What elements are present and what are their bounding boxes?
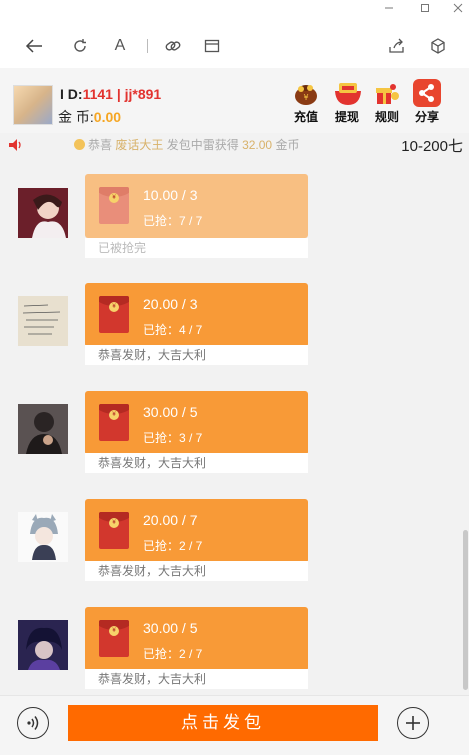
envelope-grabbed: 已抢：4 / 7 (143, 323, 203, 337)
font-size-icon[interactable]: A (108, 34, 132, 58)
notice-suffix: 金币 (275, 138, 300, 152)
refresh-icon[interactable] (68, 34, 92, 58)
envelope-footer: 恭喜发财，大吉大利 (85, 345, 308, 365)
red-envelope-icon: ¥ (99, 187, 129, 224)
red-envelope-bowl-icon (333, 79, 361, 107)
recharge-label: 充值 (293, 110, 318, 124)
red-envelope-icon: ¥ (99, 512, 129, 549)
share-label: 分享 (414, 110, 439, 124)
user-id-label: I D: (60, 86, 83, 102)
notice-winner-name: 废话大王 (115, 138, 164, 152)
envelope-grabbed: 已抢：2 / 7 (143, 539, 203, 553)
envelope-footer: 恭喜发财，大吉大利 (85, 669, 308, 689)
coin-value: 0.00 (93, 109, 122, 125)
message-list[interactable]: ¥ 10.00 / 3 已抢：7 / 7 已被抢完 ¥ 20.00 / 3 已抢… (0, 160, 469, 695)
red-envelope-card[interactable]: ¥ 10.00 / 3 已抢：7 / 7 (85, 174, 308, 238)
red-envelope-icon: ¥ (99, 296, 129, 333)
notice-bar: 恭喜 废话大王 发包中雷获得 32.00 金币 10-200七 (0, 133, 469, 157)
envelope-amount: 20.00 / 3 (143, 296, 198, 312)
envelope-amount: 30.00 / 5 (143, 620, 198, 636)
envelope-grabbed: 已抢：7 / 7 (143, 214, 203, 228)
notice-message: 恭喜 废话大王 发包中雷获得 32.00 金币 (74, 136, 299, 153)
notice-prefix: 恭喜 (88, 138, 113, 152)
voice-icon[interactable] (17, 707, 49, 739)
envelope-footer: 已被抢完 (85, 238, 308, 258)
envelope-amount: 20.00 / 7 (143, 512, 198, 528)
envelope-grabbed: 已抢：2 / 7 (143, 647, 203, 661)
red-envelope-card[interactable]: ¥ 30.00 / 5 已抢：2 / 7 (85, 607, 308, 671)
font-size-label: A (114, 37, 126, 54)
minimize-icon[interactable] (381, 2, 397, 18)
gift-icon (373, 79, 401, 107)
avatar[interactable] (13, 85, 53, 125)
user-header: I D:1141 | jj*891 金 币:0.00 ¥ 充值 提现 规则 分享 (0, 68, 469, 133)
red-envelope-icon: ¥ (99, 620, 129, 657)
recharge-button[interactable]: ¥ 充值 (289, 79, 323, 125)
list-item: ¥ 30.00 / 5 已抢：2 / 7 恭喜发财，大吉大利 (0, 607, 469, 695)
red-envelope-icon: ¥ (99, 404, 129, 441)
avatar[interactable] (18, 512, 68, 562)
speaker-icon[interactable] (8, 138, 24, 157)
rules-label: 规则 (374, 110, 399, 124)
envelope-grabbed: 已抢：3 / 7 (143, 431, 203, 445)
close-icon[interactable] (450, 2, 466, 18)
list-item: ¥ 20.00 / 3 已抢：4 / 7 恭喜发财，大吉大利 (0, 283, 469, 404)
cube-icon[interactable] (426, 34, 450, 58)
list-item: ¥ 10.00 / 3 已抢：7 / 7 已被抢完 (0, 174, 469, 296)
coin-balance-line: 金 币:0.00 (58, 107, 121, 127)
window-icon[interactable] (200, 34, 224, 58)
link-icon[interactable] (161, 34, 185, 58)
user-id-line: I D:1141 | jj*891 (60, 86, 161, 102)
user-id-value: 1141 | jj*891 (82, 86, 162, 102)
avatar[interactable] (18, 620, 68, 670)
share-icon (413, 79, 441, 107)
list-item: ¥ 20.00 / 7 已抢：2 / 7 恭喜发财，大吉大利 (0, 499, 469, 620)
window-controls (0, 0, 469, 22)
withdraw-label: 提现 (334, 110, 359, 124)
toolbar-divider (147, 39, 148, 53)
browser-toolbar: A (0, 22, 469, 68)
avatar[interactable] (18, 404, 68, 454)
bottom-bar: 点击发包 (0, 695, 469, 755)
avatar[interactable] (18, 296, 68, 346)
avatar[interactable] (18, 188, 68, 238)
notice-amount: 32.00 (242, 138, 273, 152)
envelope-footer: 恭喜发财，大吉大利 (85, 453, 308, 473)
envelope-footer: 恭喜发财，大吉大利 (85, 561, 308, 581)
envelope-amount: 30.00 / 5 (143, 404, 198, 420)
money-bag-icon: ¥ (292, 79, 320, 107)
red-envelope-card[interactable]: ¥ 20.00 / 7 已抢：2 / 7 (85, 499, 308, 563)
withdraw-button[interactable]: 提现 (330, 79, 364, 125)
send-red-envelope-button[interactable]: 点击发包 (68, 705, 378, 741)
scrollbar[interactable] (463, 530, 468, 690)
coin-icon (74, 139, 85, 150)
red-envelope-card[interactable]: ¥ 30.00 / 5 已抢：3 / 7 (85, 391, 308, 455)
maximize-icon[interactable] (417, 2, 433, 18)
share-icon[interactable] (385, 34, 409, 58)
notice-middle: 发包中雷获得 (166, 138, 239, 152)
plus-icon[interactable] (397, 707, 429, 739)
share-button[interactable]: 分享 (410, 79, 444, 125)
red-envelope-card[interactable]: ¥ 20.00 / 3 已抢：4 / 7 (85, 283, 308, 347)
list-item: ¥ 30.00 / 5 已抢：3 / 7 恭喜发财，大吉大利 (0, 391, 469, 512)
room-range: 10-200七 (401, 138, 463, 155)
coin-label: 金 币: (58, 109, 94, 125)
back-arrow-icon[interactable] (22, 34, 46, 58)
rules-button[interactable]: 规则 (370, 79, 404, 125)
envelope-amount: 10.00 / 3 (143, 187, 198, 203)
svg-text:¥: ¥ (303, 93, 308, 102)
